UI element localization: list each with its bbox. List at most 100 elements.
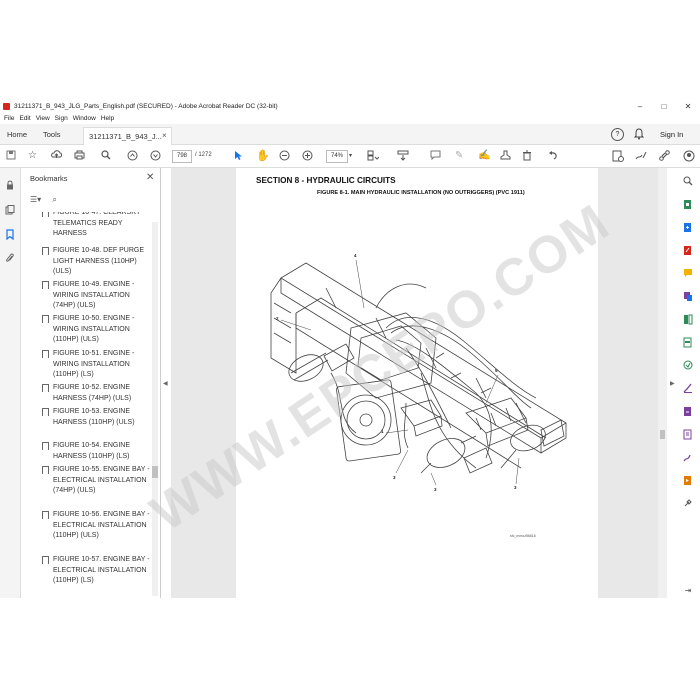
more-tools-icon[interactable] [683, 498, 693, 509]
bookmark-item[interactable]: FIGURE 10-56. ENGINE BAY - ELECTRICAL IN… [42, 510, 151, 542]
bookmarks-scrollbar[interactable] [152, 222, 158, 596]
draw-icon[interactable]: ✍ [478, 150, 490, 162]
close-window-button[interactable]: ✕ [676, 100, 700, 112]
fill-sign-icon[interactable] [683, 383, 693, 394]
send-for-signature-icon[interactable] [683, 406, 693, 417]
help-icon[interactable]: ? [611, 128, 624, 141]
bookmark-item[interactable]: FIGURE 10-54. ENGINE HARNESS (110HP) (LS… [42, 441, 151, 462]
maximize-button[interactable]: □ [652, 100, 676, 112]
zoom-in-icon[interactable] [302, 150, 313, 165]
document-viewport[interactable]: SECTION 8 - HYDRAULIC CIRCUITS FIGURE 8-… [141, 168, 666, 598]
rich-media-icon[interactable] [683, 475, 693, 486]
bookmark-item[interactable]: FIGURE 10-53. ENGINE HARNESS (110HP) (UL… [42, 407, 151, 428]
menu-file[interactable]: File [4, 115, 14, 122]
tab-bar: Home Tools 31211371_B_943_J... × ? Sign … [0, 124, 700, 145]
sign-in-link[interactable]: Sign In [660, 130, 683, 139]
zoom-out-icon[interactable] [279, 150, 290, 165]
bookmarks-options-menu-icon[interactable]: ☰▾ [30, 195, 41, 204]
callout-label: 1 [381, 429, 384, 434]
share-icon[interactable] [659, 150, 670, 165]
bookmark-item[interactable]: FIGURE 10-52. ENGINE HARNESS (74HP) (ULS… [42, 383, 151, 404]
page-number-input[interactable]: 798 [172, 150, 192, 163]
bookmark-item[interactable]: FIGURE 10-51. ENGINE - WIRING INSTALLATI… [42, 349, 151, 381]
combine-files-icon[interactable] [683, 291, 693, 302]
bookmarks-options[interactable]: ☰▾ ⌕ [30, 195, 57, 205]
tab-close-icon[interactable]: × [162, 131, 167, 140]
edit-pdf-icon[interactable] [683, 245, 693, 256]
zoom-level-input[interactable]: 74% [326, 150, 348, 163]
bookmark-item-label: FIGURE 10-53. ENGINE HARNESS (110HP) (UL… [53, 408, 135, 426]
bookmark-item-label: FIGURE 10-52. ENGINE HARNESS (74HP) (ULS… [53, 384, 132, 402]
bookmark-item-label: FIGURE 10-56. ENGINE BAY - ELECTRICAL IN… [53, 511, 150, 539]
bookmarks-close-icon[interactable]: ✕ [146, 172, 154, 183]
collapse-right-panel-icon[interactable]: ▶ [670, 380, 675, 387]
pages-thumbnail-icon[interactable] [5, 205, 15, 215]
collapse-left-panel-icon[interactable]: ◀ [163, 380, 168, 387]
tab-tools[interactable]: Tools [43, 130, 61, 139]
menu-edit[interactable]: Edit [19, 115, 30, 122]
delete-icon[interactable] [522, 150, 532, 165]
undo-icon[interactable] [548, 150, 558, 164]
comment-icon[interactable] [430, 150, 441, 164]
minimize-button[interactable]: – [628, 100, 652, 112]
bookmark-item[interactable]: FIGURE 10-50. ENGINE - WIRING INSTALLATI… [42, 314, 151, 346]
bookmark-item[interactable]: FIGURE 10-48. DEF PURGE LIGHT HARNESS (1… [42, 246, 151, 278]
menu-window[interactable]: Window [73, 115, 96, 122]
tab-home[interactable]: Home [7, 130, 27, 139]
bookmark-search-icon[interactable]: ⌕ [52, 195, 56, 204]
zoom-dropdown-icon[interactable]: ▾ [349, 152, 352, 159]
bookmark-item[interactable]: FIGURE 10-47. CLEARSKY TELEMATICS READY … [42, 212, 151, 240]
send-track-icon[interactable] [683, 429, 693, 440]
bookmarks-scrollbar-thumb[interactable] [152, 466, 158, 478]
menu-help[interactable]: Help [101, 115, 114, 122]
comment-tool-icon[interactable] [683, 268, 693, 279]
bell-icon[interactable] [633, 128, 645, 142]
callout-label: 4 [354, 253, 357, 258]
bookmark-item-label: FIGURE 10-55. ENGINE BAY - ELECTRICAL IN… [53, 466, 150, 494]
callout-label: 3 [434, 487, 437, 492]
right-tools-rail: ⇥ [677, 168, 700, 598]
highlight-pen-icon[interactable]: ✎ [455, 150, 463, 162]
page-display-icon[interactable] [367, 150, 380, 165]
menu-sign[interactable]: Sign [55, 115, 68, 122]
bookmark-item[interactable]: FIGURE 10-49. ENGINE - WIRING INSTALLATI… [42, 280, 151, 312]
export-pdf-icon[interactable] [683, 199, 693, 210]
prev-page-icon[interactable] [127, 150, 138, 165]
callout-label: 3 [393, 475, 396, 480]
document-scrollbar[interactable] [658, 168, 667, 598]
print-icon[interactable] [74, 150, 85, 164]
expand-panel-icon[interactable]: ⇥ [683, 585, 693, 596]
save-icon[interactable] [6, 150, 16, 164]
attachment-paperclip-icon[interactable] [5, 253, 15, 263]
hand-tool-icon[interactable]: ✋ [256, 150, 270, 162]
page-total: / 1272 [195, 152, 212, 158]
bookmark-item[interactable]: FIGURE 10-55. ENGINE BAY - ELECTRICAL IN… [42, 465, 151, 497]
scroll-mode-icon[interactable] [397, 150, 409, 165]
menu-view[interactable]: View [36, 115, 50, 122]
bookmarks-panel-icon[interactable] [5, 229, 15, 241]
bookmark-item-label: FIGURE 10-57. ENGINE BAY - ELECTRICAL IN… [53, 556, 150, 584]
pdf-document-icon[interactable] [612, 150, 624, 166]
protect-icon[interactable] [683, 360, 693, 371]
organize-pages-icon[interactable] [683, 314, 693, 325]
bookmark-item-label: FIGURE 10-49. ENGINE - WIRING INSTALLATI… [53, 281, 135, 309]
tab-document-label: 31211371_B_943_J... [89, 132, 162, 141]
upload-icon[interactable] [51, 150, 62, 164]
select-cursor-icon[interactable] [234, 150, 243, 165]
bookmark-star-icon[interactable]: ☆ [28, 150, 37, 162]
certificate-icon[interactable] [683, 452, 693, 463]
redact-icon[interactable] [683, 337, 693, 348]
lock-icon[interactable] [5, 180, 15, 190]
bookmark-item-label: FIGURE 10-54. ENGINE HARNESS (110HP) (LS… [53, 442, 131, 460]
search-icon[interactable] [101, 150, 111, 164]
acrobat-window: 31211371_B_943_JLG_Parts_English.pdf (SE… [0, 100, 700, 598]
search-tools-icon[interactable] [683, 176, 693, 187]
stamp-icon[interactable] [500, 150, 511, 165]
create-pdf-icon[interactable] [683, 222, 693, 233]
tab-document[interactable]: 31211371_B_943_J... × [83, 127, 172, 145]
bookmark-item[interactable]: FIGURE 10-57. ENGINE BAY - ELECTRICAL IN… [42, 555, 151, 587]
account-icon[interactable] [683, 150, 695, 166]
edit-sign-icon[interactable] [635, 150, 647, 165]
document-scrollbar-thumb[interactable] [660, 430, 665, 439]
next-page-icon[interactable] [150, 150, 161, 165]
